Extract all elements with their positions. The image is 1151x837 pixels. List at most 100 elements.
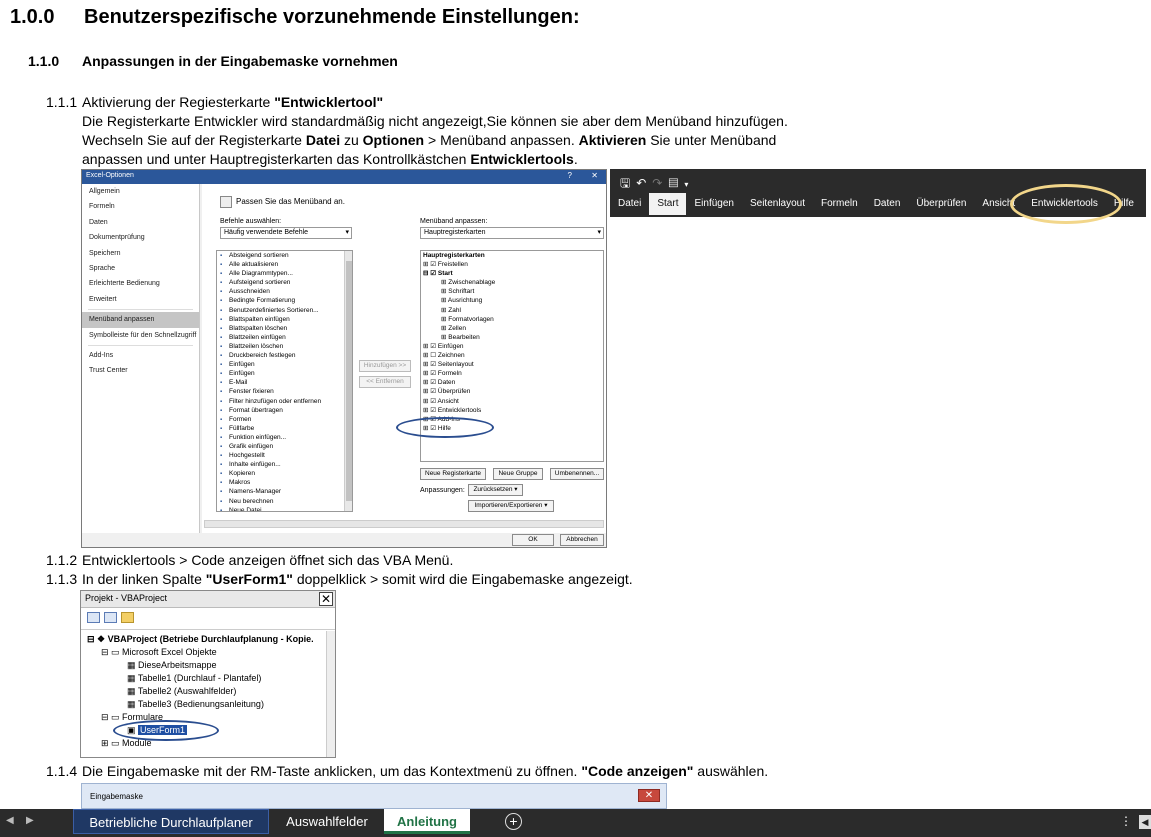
command-item[interactable]: ▪ Blattzeilen löschen [217,342,352,351]
command-item[interactable]: ▪ E-Mail [217,378,352,387]
command-item[interactable]: ▪ Grafik einfügen [217,442,352,451]
command-item[interactable]: ▪ Füllfarbe [217,424,352,433]
ribbon-tree-item[interactable]: ⊞ Zwischenablage [421,278,603,287]
sidebar-item[interactable]: Erweitert [82,292,199,307]
toggle-folders-icon[interactable] [121,612,134,623]
sidebar-item[interactable]: Formeln [82,199,199,214]
command-item[interactable]: ▪ Blattzeilen einfügen [217,333,352,342]
scroll-thumb[interactable] [346,261,352,501]
more-options-icon[interactable]: ⋮ [1120,814,1132,828]
command-item[interactable]: ▪ Absteigend sortieren [217,251,352,260]
ribbon-tree-item[interactable]: ⊞ ☑ Einfügen [421,342,603,351]
command-item[interactable]: ▪ Blattspalten einfügen [217,315,352,324]
customize-qat-icon[interactable]: ▾ [684,180,694,189]
view-code-icon[interactable] [87,612,100,623]
command-item[interactable]: ▪ Hochgestellt [217,451,352,460]
close-icon[interactable]: ✕ [319,592,333,606]
tree-item-sheet3[interactable]: ▦ Tabelle3 (Bedienungsanleitung) [127,698,264,710]
tree-checkbox[interactable]: ⊞ ☑ [423,407,438,414]
command-item[interactable]: ▪ Makros [217,478,352,487]
ribbon-tree-item[interactable]: ⊞ Schriftart [421,287,603,296]
commands-list[interactable]: ▪ Absteigend sortieren ▪ Alle aktualisieren… [216,250,353,512]
sidebar-item[interactable]: Dokumentprüfung [82,230,199,245]
sidebar-item[interactable]: Sprache [82,261,199,276]
ribbon-tree-item[interactable]: ⊞ ☑ Seitenlayout [421,360,603,369]
close-icon[interactable]: ✕ [638,789,660,802]
ribbon-tree-item[interactable]: ⊞ ☑ Überprüfen [421,387,603,396]
command-item[interactable]: ▪ Namens-Manager [217,487,352,496]
command-item[interactable]: ▪ Format übertragen [217,406,352,415]
ribbon-tab[interactable]: Daten [866,193,909,215]
horizontal-scrollbar[interactable] [204,520,604,528]
tree-item-sheet2[interactable]: ▦ Tabelle2 (Auswahlfelder) [127,685,236,697]
tree-folder-excel[interactable]: ⊟ ▭ Microsoft Excel Objekte [101,646,217,658]
ribbon-tree-item[interactable]: ⊞ ☑ Daten [421,378,603,387]
tree-checkbox[interactable]: ⊞ [441,297,448,304]
command-item[interactable]: ▪ Formen [217,415,352,424]
tree-checkbox[interactable]: ⊞ ☑ [423,261,438,268]
sidebar-item[interactable]: Allgemein [82,184,199,199]
ok-button[interactable]: OK [512,534,554,546]
ribbon-tab[interactable]: Einfügen [686,193,741,215]
rename-button[interactable]: Umbenennen... [550,468,604,480]
close-icon[interactable]: ✕ [591,171,598,180]
command-item[interactable]: ▪ Fenster fixieren [217,387,352,396]
tree-checkbox[interactable]: ⊞ ☑ [423,361,438,368]
ribbon-tree-item[interactable]: ⊟ ☑ Start [421,269,603,278]
sidebar-item[interactable]: Erleichterte Bedienung [82,276,199,291]
help-icon[interactable]: ? [568,171,572,180]
new-group-button[interactable]: Neue Gruppe [493,468,543,480]
view-object-icon[interactable] [104,612,117,623]
ribbon-tree-item[interactable]: ⊞ Ausrichtung [421,296,603,305]
sheet-tab-betriebliche[interactable]: Betriebliche Durchlaufplaner [73,809,269,834]
command-item[interactable]: ▪ Einfügen [217,369,352,378]
scroll-left-icon[interactable]: ◀ [6,815,14,826]
commands-dropdown[interactable]: Häufig verwendete Befehle [220,227,352,239]
ribbon-tree-item[interactable]: Hauptregisterkarten [421,251,603,260]
tree-root[interactable]: ⊟ ❖ VBAProject (Betriebe Durchlaufplanun… [87,633,314,645]
command-item[interactable]: ▪ Einfügen [217,360,352,369]
ribbon-tab[interactable]: Seitenlayout [742,193,813,215]
command-item[interactable]: ▪ Alle aktualisieren [217,260,352,269]
ribbon-tree-item[interactable]: ⊞ ☑ Ansicht [421,397,603,406]
ribbon-tree-item[interactable]: ⊞ ☐ Zeichnen [421,351,603,360]
ribbon-tree-item[interactable]: ⊞ Zellen [421,324,603,333]
remove-button[interactable]: << Entfernen [359,376,411,388]
command-item[interactable]: ▪ Neue Datei [217,506,352,511]
tree-item-workbook[interactable]: ▦ DieseArbeitsmappe [127,659,217,671]
commands-scrollbar[interactable] [344,251,352,511]
command-item[interactable]: ▪ Druckbereich festlegen [217,351,352,360]
redo-icon[interactable]: ↷ [652,176,668,190]
save-icon[interactable]: 🖫 [620,176,636,190]
ribbon-tree-item[interactable]: ⊞ Formatvorlagen [421,315,603,324]
ribbon-tree-item[interactable]: ⊞ Zahl [421,306,603,315]
import-export-button[interactable]: Importieren/Exportieren ▾ [468,500,554,512]
sidebar-item[interactable]: Add-Ins [82,348,199,363]
ribbon-tab[interactable]: Start [649,193,687,215]
command-item[interactable]: ▪ Filter hinzufügen oder entfernen [217,397,352,406]
sidebar-item[interactable]: Symbolleiste für den Schnellzugriff [82,328,199,343]
sheet-tab-auswahlfelder[interactable]: Auswahlfelder [275,809,379,834]
command-item[interactable]: ▪ Alle Diagrammtypen... [217,269,352,278]
undo-icon[interactable]: ↶ [636,176,652,190]
ribbon-dropdown[interactable]: Hauptregisterkarten [420,227,604,239]
command-item[interactable]: ▪ Aufsteigend sortieren [217,278,352,287]
new-tab-button[interactable]: Neue Registerkarte [420,468,486,480]
tree-checkbox[interactable]: ⊞ ☑ [423,370,438,377]
sidebar-item[interactable]: Trust Center [82,363,199,378]
tree-checkbox[interactable]: ⊞ ☐ [423,352,438,359]
sidebar-item[interactable]: Menüband anpassen [82,312,199,328]
tree-item-sheet1[interactable]: ▦ Tabelle1 (Durchlauf - Plantafel) [127,672,261,684]
tree-checkbox[interactable]: ⊞ ☑ [423,379,438,386]
command-item[interactable]: ▪ Neu berechnen [217,497,352,506]
ribbon-tab[interactable]: Datei [610,193,649,215]
tree-checkbox[interactable]: ⊞ ☑ [423,343,438,350]
ribbon-tree-item[interactable]: ⊞ ☑ Formeln [421,369,603,378]
ribbon-tree-item[interactable]: ⊞ Bearbeiten [421,333,603,342]
sidebar-item[interactable]: Speichern [82,246,199,261]
command-item[interactable]: ▪ Ausschneiden [217,287,352,296]
add-button[interactable]: Hinzufügen >> [359,360,411,372]
cancel-button[interactable]: Abbrechen [560,534,604,546]
add-sheet-button[interactable]: + [505,813,522,830]
ribbon-tab[interactable]: Überprüfen [908,193,974,215]
